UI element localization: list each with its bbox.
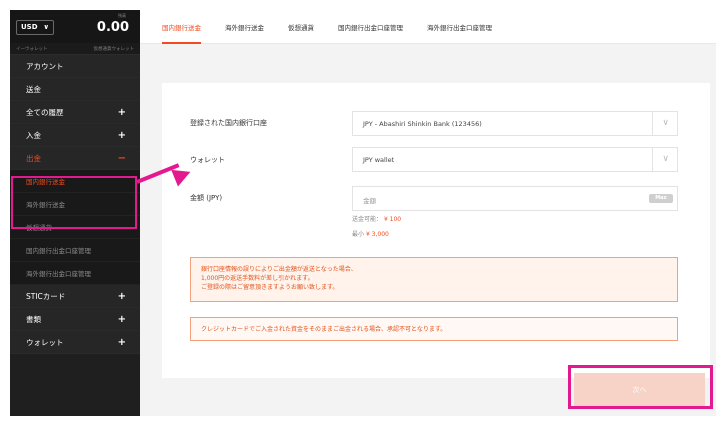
available-label: 送金可能： <box>352 216 383 223</box>
sidebar-subitem-overseas-account-mgmt[interactable]: 海外銀行出金口座管理 <box>10 262 140 285</box>
plus-icon: + <box>117 313 126 325</box>
sidebar-subitem-label: 国内銀行出金口座管理 <box>26 247 91 255</box>
bank-info-notice: 銀行口座情報の誤りによりご出金額が返送となった場合、 1,000円の返送手数料が… <box>190 257 678 302</box>
sidebar-item-label: アカウント <box>26 61 64 71</box>
tab-overseas-account-mgmt[interactable]: 海外銀行出金口座管理 <box>427 10 492 44</box>
sidebar-item-stic-card[interactable]: STICカード + <box>10 285 140 308</box>
tab-overseas-bank-transfer[interactable]: 海外銀行送金 <box>225 10 264 44</box>
balance-label: 残高 <box>118 13 126 18</box>
wallet-switch: イーウォレット 仮想通貨ウォレット <box>10 43 140 55</box>
minimum-value: ¥ 3,000 <box>365 231 389 238</box>
plus-icon: + <box>117 106 126 118</box>
bank-account-select[interactable]: JPY - Abashiri Shinkin Bank (123456) ∨ <box>352 111 678 136</box>
select-divider <box>652 112 653 135</box>
notice-line: ご登録の際はご留意頂きますようお願い致します。 <box>201 284 339 291</box>
wallet-value: JPY wallet <box>363 156 395 164</box>
tab-domestic-bank-transfer[interactable]: 国内銀行送金 <box>162 10 201 44</box>
sidebar-item-label: 全ての履歴 <box>26 107 64 117</box>
bank-account-label: 登録された国内銀行口座 <box>190 119 267 127</box>
screenshot-root: USD ∨ 残高 0.00 イーウォレット 仮想通貨ウォレット アカウント 送金… <box>0 0 726 437</box>
bank-account-value: JPY - Abashiri Shinkin Bank (123456) <box>363 120 482 128</box>
sidebar-item-label: ウォレット <box>26 337 64 347</box>
balance-value: 0.00 <box>96 20 129 35</box>
select-divider <box>652 148 653 171</box>
withdraw-form-card: 登録された国内銀行口座 JPY - Abashiri Shinkin Bank … <box>162 83 710 378</box>
sidebar-item-label: 送金 <box>26 84 41 94</box>
sidebar-item-account[interactable]: アカウント <box>10 55 140 78</box>
notice-line: 銀行口座情報の誤りによりご出金額が返送となった場合、 <box>201 266 357 273</box>
main-content: 国内銀行送金 海外銀行送金 仮想通貨 国内銀行出金口座管理 海外銀行出金口座管理… <box>140 10 716 416</box>
plus-icon: + <box>117 290 126 302</box>
amount-label: 金額 (JPY) <box>190 194 223 202</box>
notice-line: クレジットカードでご入金された資金をそのままご出金される場合、承認不可となります… <box>201 326 447 333</box>
sidebar-item-withdraw[interactable]: 出金 − <box>10 147 140 170</box>
available-value: ¥ 100 <box>383 216 402 223</box>
sidebar-item-label: 入金 <box>26 130 41 140</box>
sidebar-item-label: 出金 <box>26 153 41 163</box>
sidebar-item-deposit[interactable]: 入金 + <box>10 124 140 147</box>
plus-icon: + <box>117 336 126 348</box>
minus-icon: − <box>117 152 126 164</box>
sidebar-header: USD ∨ 残高 0.00 <box>10 10 140 43</box>
credit-card-notice: クレジットカードでご入金された資金をそのままご出金される場合、承認不可となります… <box>190 317 678 341</box>
wallet-select[interactable]: JPY wallet ∨ <box>352 147 678 172</box>
plus-icon: + <box>117 129 126 141</box>
tab-domestic-account-mgmt[interactable]: 国内銀行出金口座管理 <box>338 10 403 44</box>
max-button[interactable]: Max <box>649 194 673 203</box>
ewallet-link[interactable]: イーウォレット <box>16 46 48 52</box>
available-amount: 送金可能： ¥ 100 <box>352 214 401 223</box>
chevron-down-icon: ∨ <box>662 154 669 164</box>
currency-select[interactable]: USD ∨ <box>16 20 54 35</box>
tab-bar: 国内銀行送金 海外銀行送金 仮想通貨 国内銀行出金口座管理 海外銀行出金口座管理 <box>140 10 716 44</box>
sidebar-subitem-label: 海外銀行出金口座管理 <box>26 270 91 278</box>
sidebar-subitem-domestic-account-mgmt[interactable]: 国内銀行出金口座管理 <box>10 239 140 262</box>
wallet-label: ウォレット <box>190 156 225 164</box>
minimum-amount: 最小 ¥ 3,000 <box>352 229 389 238</box>
notice-line: 1,000円の返送手数料が差し引かれます。 <box>201 275 314 282</box>
chevron-down-icon: ∨ <box>43 23 49 31</box>
currency-value: USD <box>21 23 38 31</box>
sidebar-item-documents[interactable]: 書類 + <box>10 308 140 331</box>
amount-placeholder: 金額 <box>363 197 376 205</box>
sidebar-item-history[interactable]: 全ての履歴 + <box>10 101 140 124</box>
sidebar-item-wallet[interactable]: ウォレット + <box>10 331 140 354</box>
amount-input[interactable]: 金額 Max <box>352 186 678 211</box>
sidebar-item-label: STICカード <box>26 291 66 301</box>
highlight-box-sidebar <box>11 176 137 229</box>
tab-crypto[interactable]: 仮想通貨 <box>288 10 314 44</box>
sidebar-item-label: 書類 <box>26 314 41 324</box>
crypto-wallet-link[interactable]: 仮想通貨ウォレット <box>94 46 135 52</box>
chevron-down-icon: ∨ <box>662 118 669 128</box>
sidebar-item-transfer[interactable]: 送金 <box>10 78 140 101</box>
highlight-box-next-button <box>568 365 713 409</box>
minimum-label: 最小 <box>352 231 365 238</box>
